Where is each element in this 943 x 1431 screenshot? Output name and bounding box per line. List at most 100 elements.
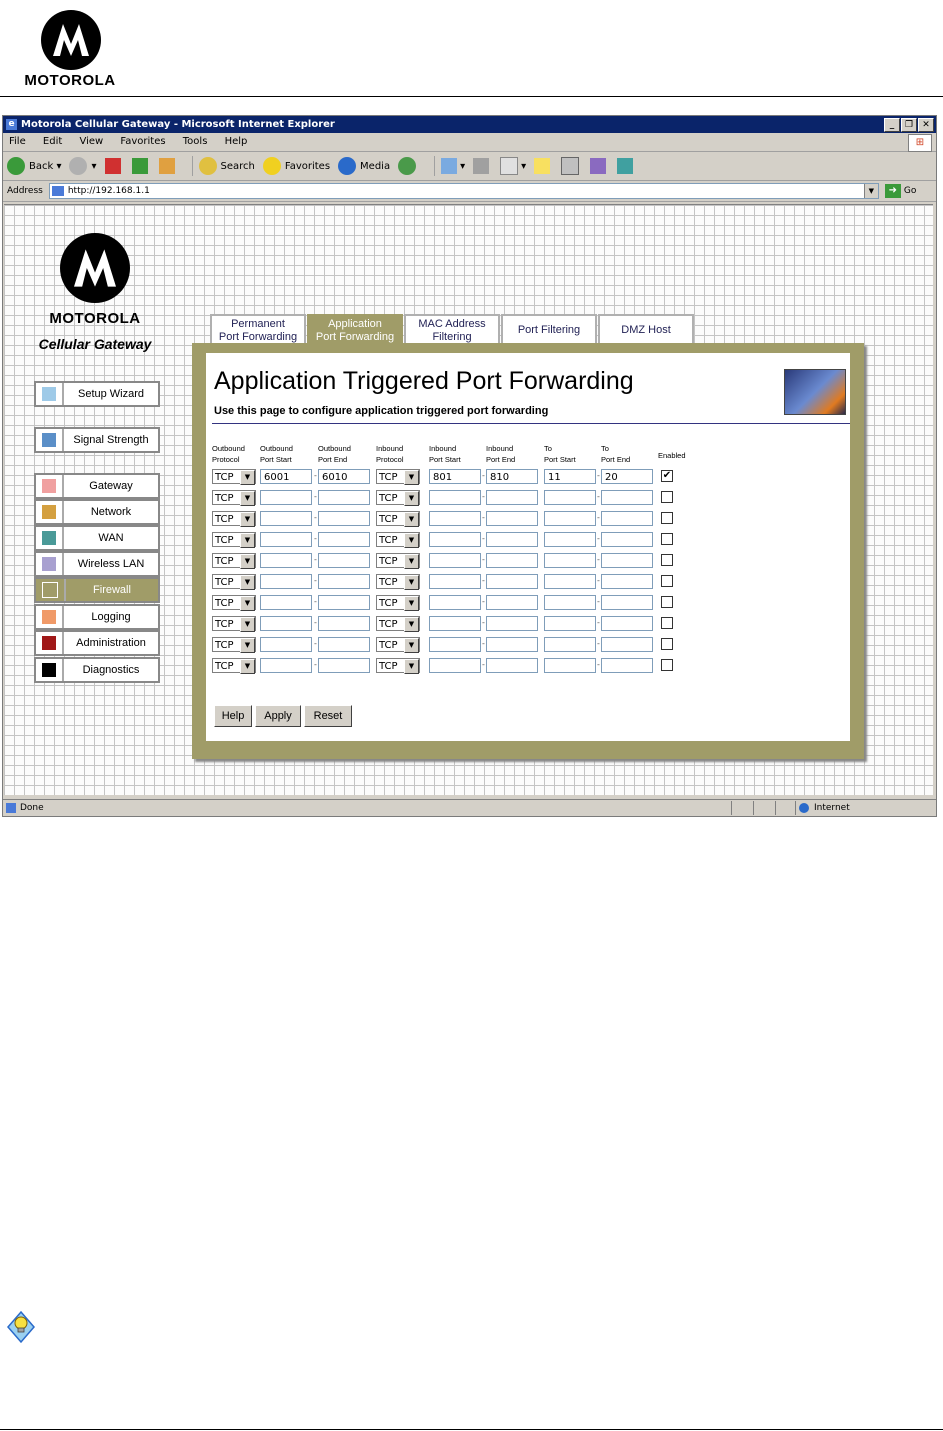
in-end-input[interactable]: [486, 553, 538, 568]
enabled-checkbox[interactable]: [661, 533, 673, 545]
dropdown-arrow-icon[interactable]: ▼: [240, 533, 255, 548]
history-button[interactable]: [398, 157, 420, 175]
menu-tools[interactable]: Tools: [183, 136, 208, 147]
restore-button[interactable]: ❐: [901, 118, 917, 132]
in-start-input[interactable]: [429, 658, 481, 673]
in-start-input[interactable]: [429, 490, 481, 505]
out-start-input[interactable]: [260, 574, 312, 589]
dropdown-arrow-icon[interactable]: ▼: [240, 638, 255, 653]
out-start-input[interactable]: [260, 595, 312, 610]
dropdown-arrow-icon[interactable]: ▼: [240, 659, 255, 674]
dropdown-arrow-icon[interactable]: ▼: [404, 533, 419, 548]
forward-button[interactable]: ▾: [69, 157, 97, 175]
inbound-protocol-select[interactable]: TCP ▼: [376, 469, 420, 485]
outbound-protocol-select[interactable]: TCP ▼: [212, 532, 256, 548]
outbound-protocol-select[interactable]: TCP ▼: [212, 637, 256, 653]
stop-button[interactable]: [104, 158, 124, 174]
tab-mac-address-filtering[interactable]: MAC Address Filtering: [404, 314, 500, 345]
in-end-input[interactable]: [486, 595, 538, 610]
to-start-input[interactable]: [544, 595, 596, 610]
to-end-input[interactable]: 20: [601, 469, 653, 484]
enabled-checkbox[interactable]: [661, 575, 673, 587]
to-end-input[interactable]: [601, 637, 653, 652]
nav-setup-wizard[interactable]: Setup Wizard: [34, 381, 160, 407]
inbound-protocol-select[interactable]: TCP ▼: [376, 616, 420, 632]
out-start-input[interactable]: [260, 616, 312, 631]
out-end-input[interactable]: [318, 637, 370, 652]
in-end-input[interactable]: [486, 511, 538, 526]
out-end-input[interactable]: 6010: [318, 469, 370, 484]
nav-administration[interactable]: Administration: [34, 630, 160, 656]
enabled-checkbox[interactable]: [661, 596, 673, 608]
minimize-button[interactable]: _: [884, 118, 900, 132]
favorites-button[interactable]: Favorites: [262, 157, 330, 175]
menu-edit[interactable]: Edit: [43, 136, 62, 147]
to-end-input[interactable]: [601, 490, 653, 505]
to-end-input[interactable]: [601, 595, 653, 610]
in-end-input[interactable]: [486, 658, 538, 673]
enabled-checkbox[interactable]: [661, 638, 673, 650]
reset-button[interactable]: Reset: [304, 705, 352, 727]
outbound-protocol-select[interactable]: TCP ▼: [212, 553, 256, 569]
to-start-input[interactable]: [544, 553, 596, 568]
in-start-input[interactable]: [429, 595, 481, 610]
in-start-input[interactable]: [429, 511, 481, 526]
in-start-input[interactable]: 801: [429, 469, 481, 484]
out-end-input[interactable]: [318, 511, 370, 526]
dropdown-arrow-icon[interactable]: ▼: [404, 617, 419, 632]
print-button[interactable]: [473, 158, 492, 174]
to-end-input[interactable]: [601, 553, 653, 568]
apply-button[interactable]: Apply: [255, 705, 301, 727]
to-start-input[interactable]: [544, 490, 596, 505]
nav-network[interactable]: Network: [34, 499, 160, 525]
out-start-input[interactable]: [260, 511, 312, 526]
inbound-protocol-select[interactable]: TCP ▼: [376, 595, 420, 611]
inbound-protocol-select[interactable]: TCP ▼: [376, 511, 420, 527]
nav-gateway[interactable]: Gateway: [34, 473, 160, 499]
edit-button[interactable]: ▾: [500, 157, 526, 175]
menu-favorites[interactable]: Favorites: [120, 136, 165, 147]
enabled-checkbox[interactable]: [661, 554, 673, 566]
menu-view[interactable]: View: [79, 136, 103, 147]
in-end-input[interactable]: [486, 574, 538, 589]
search-button[interactable]: Search: [198, 157, 255, 175]
dropdown-arrow-icon[interactable]: ▼: [240, 596, 255, 611]
inbound-protocol-select[interactable]: TCP ▼: [376, 574, 420, 590]
users-button[interactable]: [617, 158, 636, 174]
to-end-input[interactable]: [601, 511, 653, 526]
back-button[interactable]: Back ▾: [7, 157, 61, 175]
outbound-protocol-select[interactable]: TCP ▼: [212, 658, 256, 674]
to-start-input[interactable]: [544, 658, 596, 673]
dropdown-arrow-icon[interactable]: ▼: [240, 470, 255, 485]
out-start-input[interactable]: 6001: [260, 469, 312, 484]
go-button[interactable]: ➜ Go: [884, 184, 916, 198]
dropdown-arrow-icon[interactable]: ▼: [240, 512, 255, 527]
to-start-input[interactable]: [544, 511, 596, 526]
in-end-input[interactable]: [486, 532, 538, 547]
dropdown-arrow-icon[interactable]: ▼: [404, 470, 419, 485]
to-end-input[interactable]: [601, 532, 653, 547]
discuss-button[interactable]: [534, 158, 553, 174]
in-end-input[interactable]: [486, 490, 538, 505]
in-end-input[interactable]: [486, 637, 538, 652]
close-button[interactable]: ✕: [918, 118, 934, 132]
out-start-input[interactable]: [260, 658, 312, 673]
out-end-input[interactable]: [318, 553, 370, 568]
research-button[interactable]: [561, 157, 582, 175]
out-start-input[interactable]: [260, 532, 312, 547]
dropdown-arrow-icon[interactable]: ▼: [404, 491, 419, 506]
dropdown-arrow-icon[interactable]: ▼: [240, 491, 255, 506]
dropdown-arrow-icon[interactable]: ▼: [404, 554, 419, 569]
enabled-checkbox[interactable]: ✔: [661, 470, 673, 482]
menu-help[interactable]: Help: [225, 136, 248, 147]
inbound-protocol-select[interactable]: TCP ▼: [376, 553, 420, 569]
to-end-input[interactable]: [601, 616, 653, 631]
home-button[interactable]: [158, 158, 178, 174]
address-dropdown-icon[interactable]: ▼: [863, 184, 878, 198]
tab-port-filtering[interactable]: Port Filtering: [501, 314, 597, 345]
dropdown-arrow-icon[interactable]: ▼: [240, 575, 255, 590]
inbound-protocol-select[interactable]: TCP ▼: [376, 658, 420, 674]
to-start-input[interactable]: [544, 532, 596, 547]
in-end-input[interactable]: [486, 616, 538, 631]
nav-diagnostics[interactable]: Diagnostics: [34, 657, 160, 683]
